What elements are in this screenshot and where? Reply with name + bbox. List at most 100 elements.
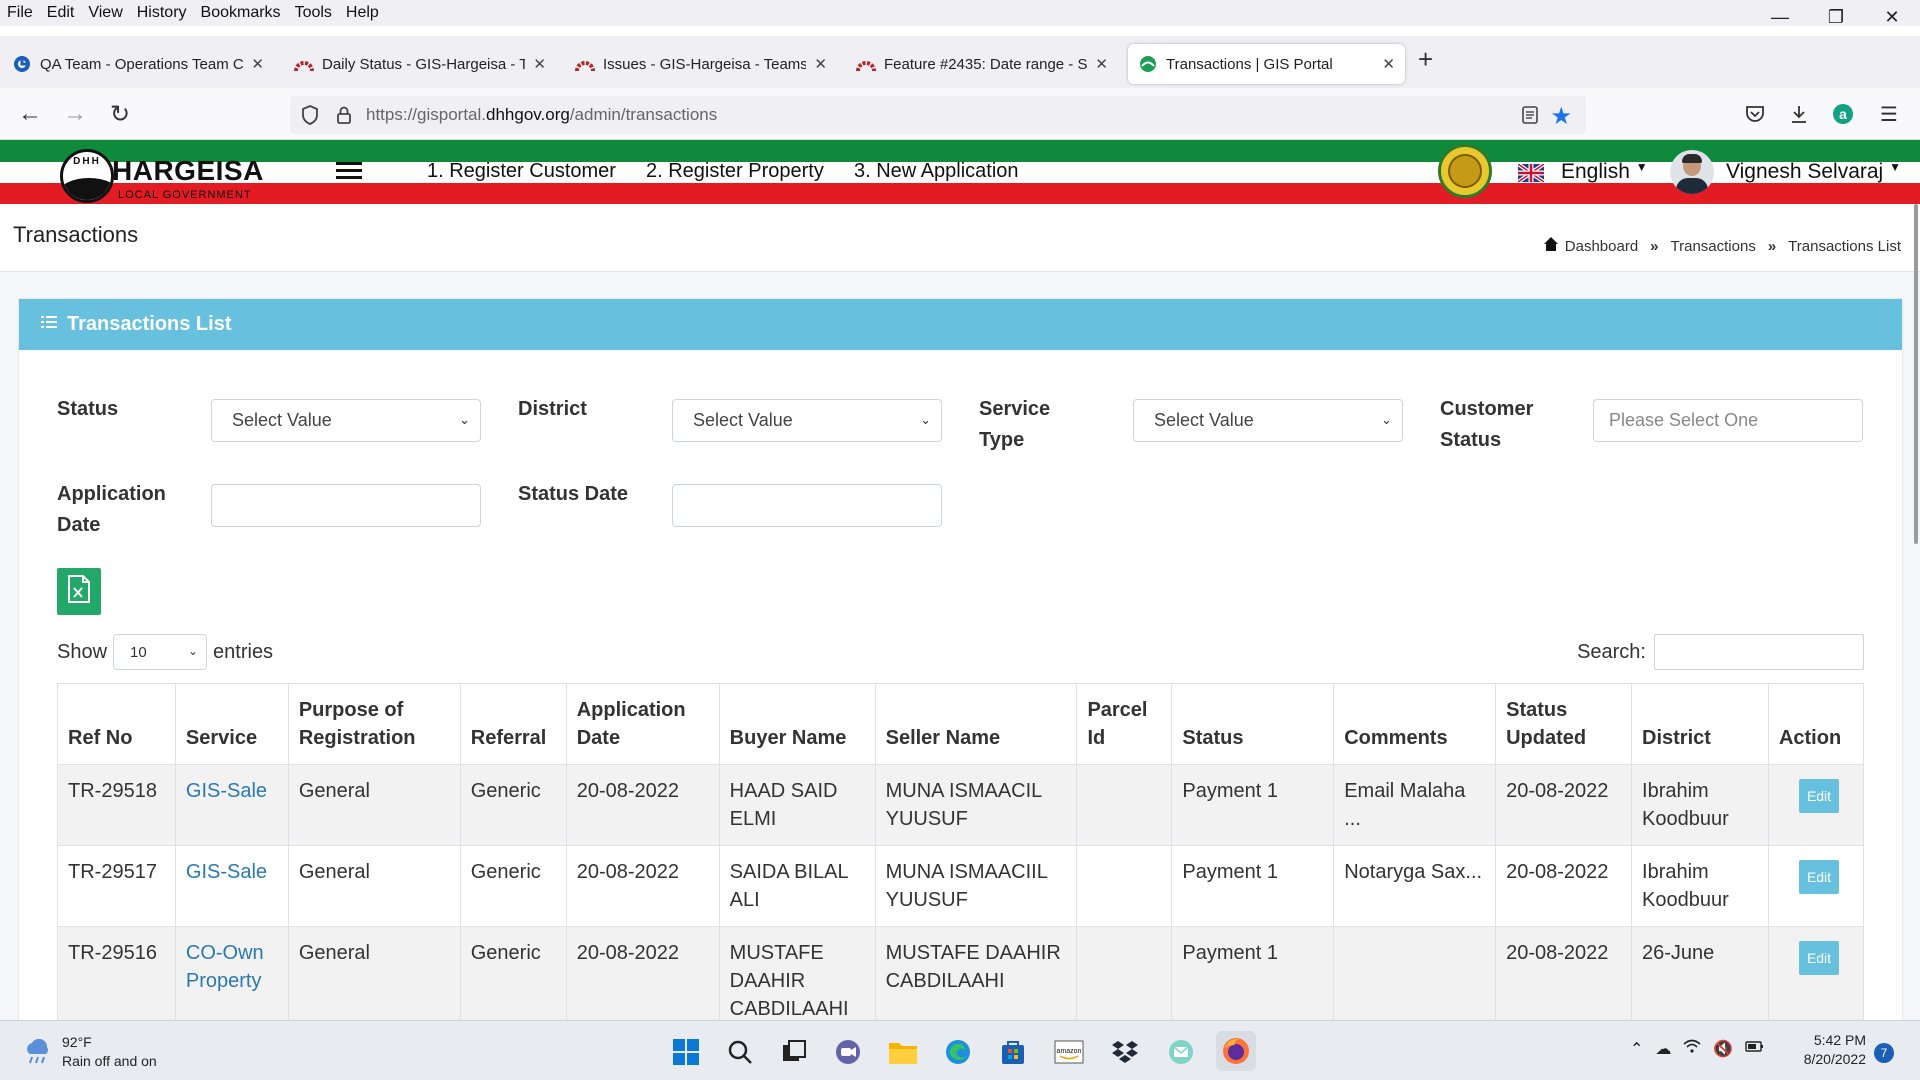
- reader-view-icon[interactable]: [1522, 106, 1538, 129]
- pocket-icon[interactable]: [1741, 100, 1769, 128]
- minimize-icon[interactable]: —: [1752, 0, 1808, 34]
- col-status-updated[interactable]: Status Updated: [1495, 683, 1633, 765]
- lock-icon[interactable]: [334, 106, 354, 124]
- status-select[interactable]: Select Value ⌄: [211, 399, 481, 442]
- col-ref-no[interactable]: Ref No: [57, 683, 176, 765]
- new-tab-icon[interactable]: +: [1418, 44, 1433, 75]
- customer-status-select[interactable]: Please Select One: [1593, 399, 1863, 442]
- district-select[interactable]: Select Value ⌄: [672, 399, 942, 442]
- edit-button[interactable]: Edit: [1798, 860, 1840, 894]
- export-excel-button[interactable]: [57, 568, 101, 615]
- nav-new-application[interactable]: 3. New Application: [854, 160, 1019, 183]
- col-seller-name[interactable]: Seller Name: [874, 683, 1078, 765]
- menu-view[interactable]: View: [81, 4, 129, 22]
- sidebar-toggle-icon[interactable]: [336, 162, 362, 182]
- edit-button[interactable]: Edit: [1798, 941, 1840, 975]
- menu-bookmarks[interactable]: Bookmarks: [194, 4, 288, 22]
- tab-feature[interactable]: Feature #2435: Date range - Sta ✕: [846, 44, 1118, 84]
- user-menu[interactable]: Vignesh Selvaraj ▼: [1726, 160, 1901, 184]
- close-tab-icon[interactable]: ✕: [814, 55, 827, 73]
- breadcrumb-transactions[interactable]: Transactions: [1671, 238, 1756, 255]
- amazon-icon[interactable]: amazon: [1052, 1035, 1086, 1069]
- menu-history[interactable]: History: [130, 4, 194, 22]
- close-window-icon[interactable]: ✕: [1864, 0, 1920, 34]
- close-tab-icon[interactable]: ✕: [251, 55, 264, 73]
- cell-action: Edit: [1767, 764, 1865, 846]
- col-purpose[interactable]: Purpose of Registration: [287, 683, 461, 765]
- service-link[interactable]: CO-Own Property: [186, 942, 264, 992]
- url-bar[interactable]: https://gisportal. dhhgov.org/admin/trans…: [290, 96, 1586, 134]
- district-filter-label: District: [518, 398, 587, 420]
- menu-edit[interactable]: Edit: [40, 4, 82, 22]
- chevron-up-icon[interactable]: ⌃: [1630, 1039, 1643, 1059]
- wifi-icon[interactable]: [1683, 1039, 1701, 1059]
- entries-select[interactable]: 10 ⌄: [113, 634, 208, 670]
- hargeisa-logo[interactable]: DHH HARGEISA LOCAL GOVERNMENT: [60, 149, 263, 203]
- dropbox-icon[interactable]: [1108, 1035, 1142, 1069]
- close-tab-icon[interactable]: ✕: [1095, 55, 1108, 73]
- service-link[interactable]: GIS-Sale: [186, 861, 267, 883]
- download-icon[interactable]: [1785, 100, 1813, 128]
- search-icon[interactable]: [723, 1035, 757, 1069]
- chevron-down-icon: ⌄: [459, 412, 470, 427]
- bookmark-star-icon[interactable]: ★: [1550, 102, 1572, 131]
- col-buyer-name[interactable]: Buyer Name: [718, 683, 876, 765]
- windows-start-icon[interactable]: [669, 1035, 703, 1069]
- edge-icon[interactable]: [941, 1035, 975, 1069]
- search-input[interactable]: [1654, 634, 1864, 670]
- task-view-icon[interactable]: [777, 1035, 811, 1069]
- back-icon[interactable]: ←: [16, 100, 44, 128]
- shield-icon[interactable]: [298, 105, 322, 125]
- tab-qa-team[interactable]: QA Team - Operations Team Co ✕: [2, 44, 274, 84]
- breadcrumb-dashboard[interactable]: Dashboard: [1565, 238, 1638, 255]
- battery-icon[interactable]: [1745, 1039, 1765, 1059]
- weather-widget[interactable]: 92°F Rain off and on: [22, 1033, 157, 1071]
- edit-button[interactable]: Edit: [1798, 779, 1840, 813]
- microsoft-store-icon[interactable]: [996, 1035, 1030, 1069]
- col-district[interactable]: District: [1631, 683, 1769, 765]
- scrollbar[interactable]: [1914, 204, 1918, 544]
- forward-icon[interactable]: →: [61, 100, 89, 128]
- tab-issues[interactable]: Issues - GIS-Hargeisa - Teams P ✕: [565, 44, 837, 84]
- speaker-muted-icon[interactable]: 🔇: [1713, 1039, 1733, 1059]
- status-date-input[interactable]: [672, 484, 942, 527]
- mail-icon[interactable]: [1164, 1035, 1198, 1069]
- col-comments[interactable]: Comments: [1333, 683, 1497, 765]
- avatar[interactable]: [1670, 150, 1714, 194]
- close-tab-icon[interactable]: ✕: [1382, 55, 1395, 73]
- notification-badge[interactable]: 7: [1874, 1043, 1894, 1063]
- file-explorer-icon[interactable]: [886, 1035, 920, 1069]
- menu-file[interactable]: File: [0, 4, 40, 22]
- col-referral[interactable]: Referral: [459, 683, 567, 765]
- nav-register-customer[interactable]: 1. Register Customer: [427, 160, 616, 183]
- reload-icon[interactable]: ↻: [106, 100, 134, 128]
- restore-icon[interactable]: ❐: [1808, 0, 1864, 34]
- tab-daily-status[interactable]: Daily Status - GIS-Hargeisa - Te ✕: [284, 44, 556, 84]
- col-action: Action: [1767, 683, 1865, 765]
- close-tab-icon[interactable]: ✕: [533, 55, 546, 73]
- cloud-icon[interactable]: ☁: [1655, 1039, 1671, 1059]
- menu-tools[interactable]: Tools: [288, 4, 339, 22]
- col-parcel-id[interactable]: Parcel Id: [1076, 683, 1173, 765]
- clock[interactable]: 5:42 PM 8/20/2022: [1790, 1031, 1866, 1069]
- cell-status: Payment 1: [1171, 845, 1335, 927]
- language-dropdown[interactable]: English ▼: [1561, 160, 1648, 184]
- cell-buyer: HAAD SAID ELMI: [718, 764, 876, 846]
- col-application-date[interactable]: Application Date: [565, 683, 720, 765]
- table-search: Search:: [1504, 634, 1864, 670]
- flag-stripe-red: [0, 183, 1920, 204]
- app-menu-icon[interactable]: ☰: [1875, 100, 1903, 128]
- table-row: TR-29518 GIS-Sale General Generic 20-08-…: [57, 764, 1865, 846]
- col-service[interactable]: Service: [174, 683, 289, 765]
- status-date-filter-label: Status Date: [518, 483, 629, 505]
- menu-help[interactable]: Help: [339, 4, 386, 22]
- service-link[interactable]: GIS-Sale: [186, 780, 267, 802]
- nav-register-property[interactable]: 2. Register Property: [646, 160, 824, 183]
- teams-chat-icon[interactable]: [831, 1035, 865, 1069]
- firefox-icon[interactable]: [1216, 1031, 1256, 1071]
- application-date-input[interactable]: [211, 484, 481, 527]
- tab-transactions[interactable]: Transactions | GIS Portal ✕: [1128, 44, 1405, 84]
- col-status[interactable]: Status: [1171, 683, 1335, 765]
- account-extension-icon[interactable]: a: [1829, 100, 1857, 128]
- service-type-select[interactable]: Select Value ⌄: [1133, 399, 1403, 442]
